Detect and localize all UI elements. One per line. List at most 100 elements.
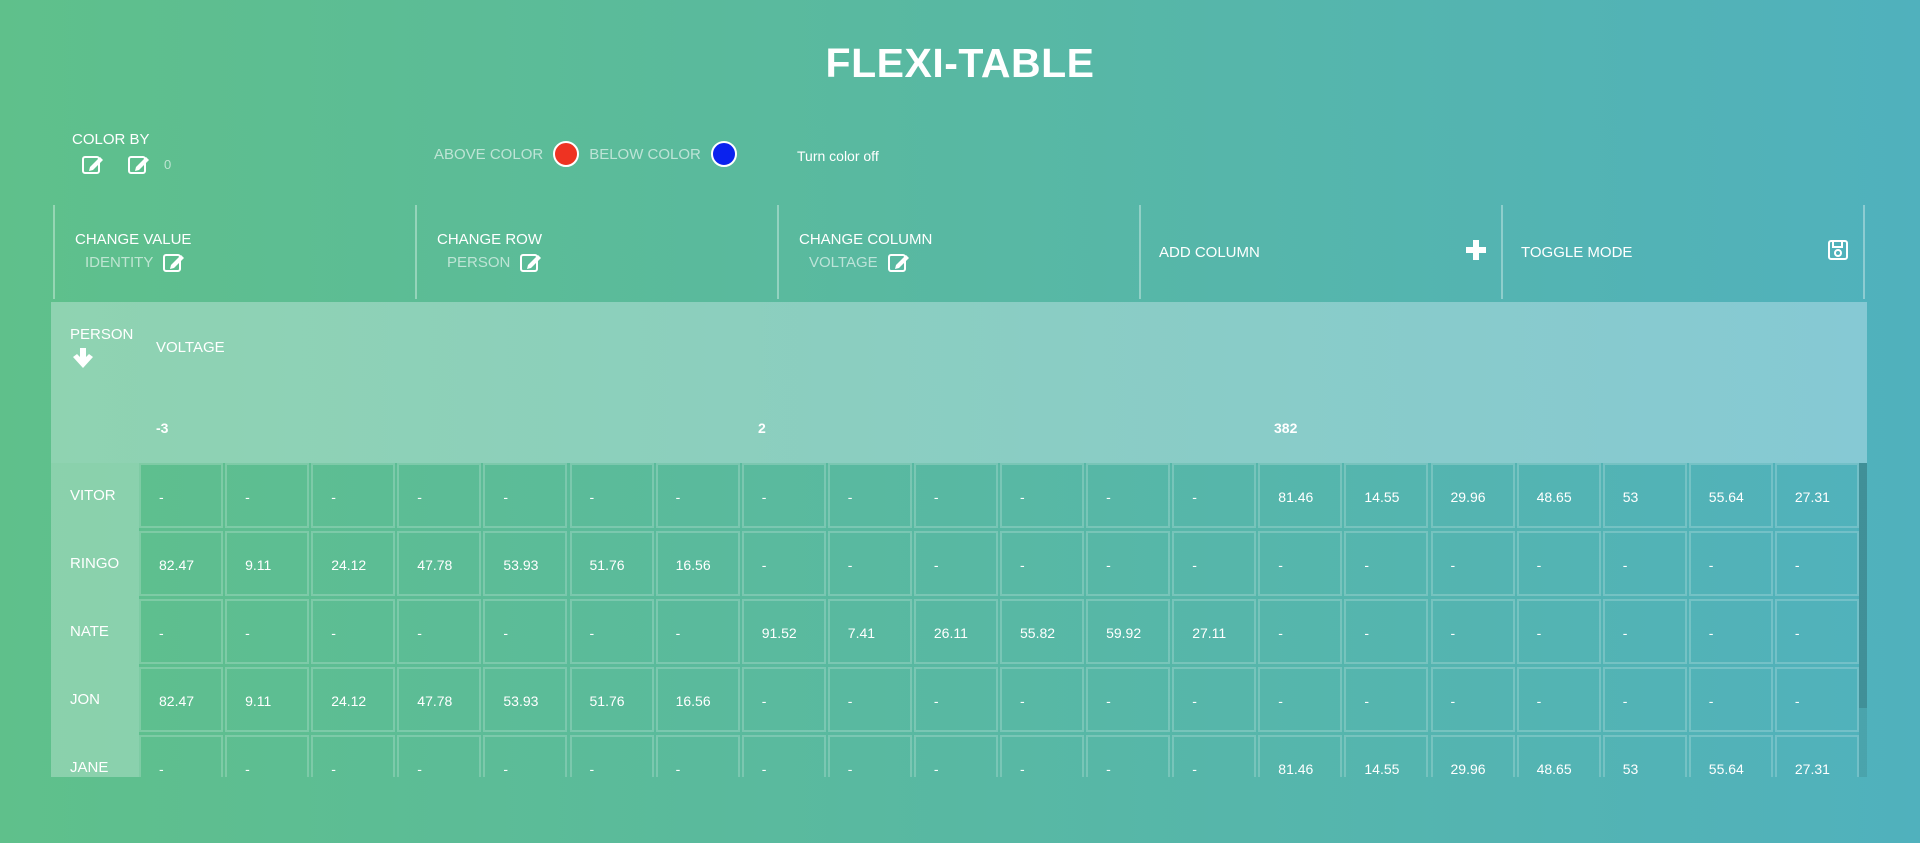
table-cell[interactable]: - bbox=[1602, 667, 1687, 732]
table-cell[interactable]: - bbox=[827, 463, 912, 528]
table-cell[interactable]: 24.12 bbox=[311, 667, 396, 732]
table-cell[interactable]: - bbox=[1516, 531, 1601, 596]
table-cell[interactable]: - bbox=[1430, 599, 1515, 664]
table-cell[interactable]: 51.76 bbox=[569, 531, 654, 596]
table-cell[interactable]: - bbox=[1774, 599, 1859, 664]
table-cell[interactable]: 53 bbox=[1602, 735, 1687, 777]
scrollbar-thumb[interactable] bbox=[1859, 463, 1867, 708]
table-cell[interactable]: - bbox=[913, 531, 998, 596]
edit-icon[interactable] bbox=[520, 251, 546, 273]
table-cell[interactable]: - bbox=[1602, 531, 1687, 596]
edit-icon[interactable] bbox=[163, 251, 189, 273]
table-cell[interactable]: - bbox=[913, 463, 998, 528]
table-cell[interactable]: - bbox=[1000, 531, 1084, 596]
table-cell[interactable]: - bbox=[1000, 667, 1084, 732]
table-cell[interactable]: - bbox=[311, 463, 396, 528]
table-cell[interactable]: 14.55 bbox=[1344, 463, 1429, 528]
vertical-scrollbar[interactable] bbox=[1859, 463, 1867, 777]
table-cell[interactable]: - bbox=[1430, 667, 1515, 732]
edit-icon[interactable] bbox=[82, 153, 108, 175]
table-cell[interactable]: - bbox=[1172, 735, 1257, 777]
table-cell[interactable]: 55.64 bbox=[1688, 735, 1773, 777]
table-cell[interactable]: 14.55 bbox=[1344, 735, 1429, 777]
table-cell[interactable]: - bbox=[655, 599, 740, 664]
table-cell[interactable]: - bbox=[741, 735, 826, 777]
table-cell[interactable]: 24.12 bbox=[311, 531, 396, 596]
table-cell[interactable]: 53.93 bbox=[483, 531, 568, 596]
table-cell[interactable]: - bbox=[1258, 667, 1343, 732]
table-cell[interactable]: - bbox=[1774, 531, 1859, 596]
table-cell[interactable]: 16.56 bbox=[655, 667, 740, 732]
table-cell[interactable]: - bbox=[1000, 463, 1084, 528]
table-cell[interactable]: - bbox=[1172, 463, 1257, 528]
table-cell[interactable]: - bbox=[913, 667, 998, 732]
table-cell[interactable]: 81.46 bbox=[1258, 463, 1343, 528]
table-cell[interactable]: - bbox=[827, 667, 912, 732]
table-cell[interactable]: - bbox=[1430, 531, 1515, 596]
table-cell[interactable]: - bbox=[225, 735, 310, 777]
arrow-down-icon[interactable] bbox=[71, 347, 95, 369]
table-cell[interactable]: - bbox=[1516, 599, 1601, 664]
table-cell[interactable]: 82.47 bbox=[139, 667, 223, 732]
table-cell[interactable]: - bbox=[655, 735, 740, 777]
edit-icon[interactable] bbox=[128, 153, 154, 175]
table-cell[interactable]: - bbox=[1344, 531, 1429, 596]
plus-icon[interactable] bbox=[1465, 239, 1487, 261]
table-cell[interactable]: - bbox=[139, 463, 223, 528]
above-color-swatch[interactable] bbox=[553, 141, 580, 167]
table-cell[interactable]: 9.11 bbox=[225, 667, 310, 732]
table-cell[interactable]: - bbox=[225, 463, 310, 528]
table-cell[interactable]: 9.11 bbox=[225, 531, 310, 596]
table-cell[interactable]: - bbox=[569, 599, 654, 664]
change-column-control[interactable]: CHANGE COLUMN VOLTAGE bbox=[777, 205, 1139, 299]
table-cell[interactable]: 55.82 bbox=[1000, 599, 1084, 664]
edit-icon[interactable] bbox=[887, 251, 914, 273]
table-cell[interactable]: - bbox=[1172, 667, 1257, 732]
table-cell[interactable]: - bbox=[483, 599, 568, 664]
table-cell[interactable]: - bbox=[1344, 599, 1429, 664]
table-cell[interactable]: - bbox=[139, 735, 223, 777]
table-cell[interactable]: - bbox=[1258, 531, 1343, 596]
change-value-control[interactable]: CHANGE VALUE IDENTITY bbox=[53, 205, 415, 299]
table-cell[interactable]: - bbox=[311, 735, 396, 777]
table-cell[interactable]: 53 bbox=[1602, 463, 1687, 528]
table-cell[interactable]: - bbox=[225, 599, 310, 664]
turn-color-off-button[interactable]: Turn color off bbox=[797, 148, 879, 164]
table-cell[interactable]: - bbox=[1688, 599, 1773, 664]
table-cell[interactable]: - bbox=[741, 463, 826, 528]
table-cell[interactable]: - bbox=[397, 599, 482, 664]
table-cell[interactable]: 48.65 bbox=[1516, 735, 1601, 777]
table-cell[interactable]: - bbox=[397, 463, 482, 528]
table-cell[interactable]: - bbox=[741, 531, 826, 596]
table-cell[interactable]: 59.92 bbox=[1086, 599, 1171, 664]
table-cell[interactable]: 26.11 bbox=[913, 599, 998, 664]
table-cell[interactable]: - bbox=[1774, 667, 1859, 732]
table-cell[interactable]: - bbox=[569, 463, 654, 528]
table-cell[interactable]: - bbox=[311, 599, 396, 664]
table-cell[interactable]: 27.31 bbox=[1774, 735, 1859, 777]
table-cell[interactable]: 27.31 bbox=[1774, 463, 1859, 528]
table-cell[interactable]: 82.47 bbox=[139, 531, 223, 596]
table-cell[interactable]: 53.93 bbox=[483, 667, 568, 732]
table-cell[interactable]: 51.76 bbox=[569, 667, 654, 732]
table-cell[interactable]: 55.64 bbox=[1688, 463, 1773, 528]
table-cell[interactable]: - bbox=[1086, 463, 1171, 528]
table-cell[interactable]: - bbox=[483, 463, 568, 528]
table-cell[interactable]: 47.78 bbox=[397, 667, 482, 732]
table-cell[interactable]: 29.96 bbox=[1430, 735, 1515, 777]
table-cell[interactable]: - bbox=[1516, 667, 1601, 732]
floppy-disk-icon[interactable] bbox=[1827, 239, 1849, 261]
table-cell[interactable]: - bbox=[827, 735, 912, 777]
table-cell[interactable]: - bbox=[1086, 667, 1171, 732]
change-row-control[interactable]: CHANGE ROW PERSON bbox=[415, 205, 777, 299]
table-cell[interactable]: - bbox=[139, 599, 223, 664]
below-color-swatch[interactable] bbox=[710, 141, 737, 167]
table-cell[interactable]: 47.78 bbox=[397, 531, 482, 596]
table-cell[interactable]: - bbox=[397, 735, 482, 777]
table-cell[interactable]: - bbox=[1602, 599, 1687, 664]
table-cell[interactable]: - bbox=[1344, 667, 1429, 732]
table-cell[interactable]: 29.96 bbox=[1430, 463, 1515, 528]
table-cell[interactable]: 16.56 bbox=[655, 531, 740, 596]
table-cell[interactable]: - bbox=[1086, 531, 1171, 596]
table-cell[interactable]: - bbox=[1000, 735, 1084, 777]
